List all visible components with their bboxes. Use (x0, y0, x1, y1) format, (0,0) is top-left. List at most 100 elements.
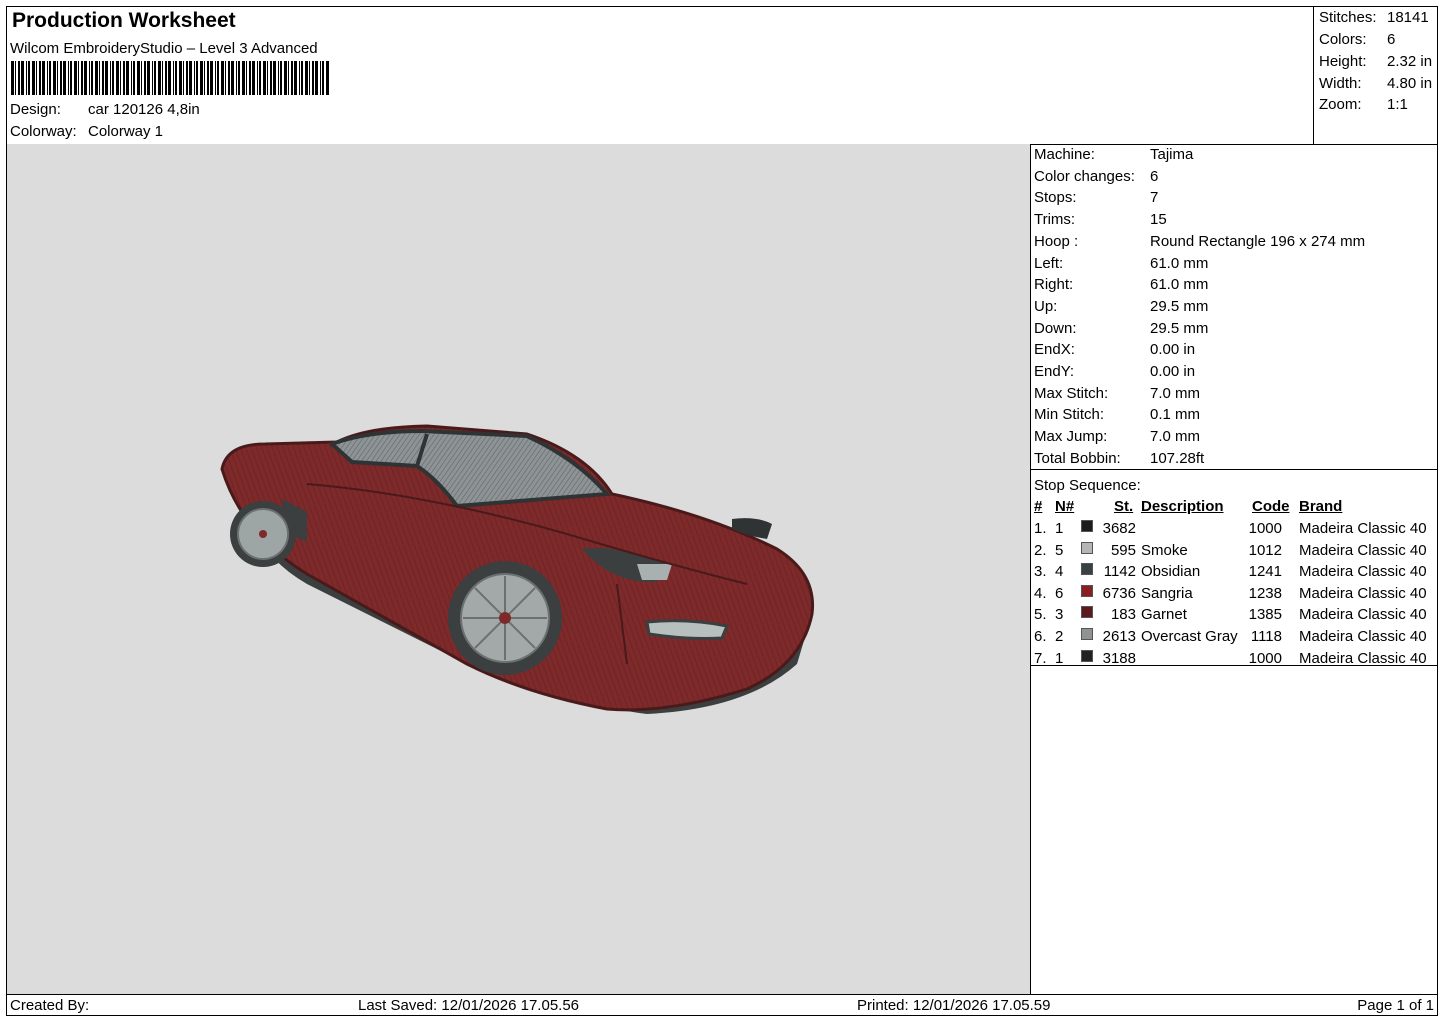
thread-code: 1118 (1250, 628, 1282, 645)
color-swatch (1081, 606, 1093, 619)
thread-brand: Madeira Classic 40 (1299, 628, 1427, 645)
barcode-bar (99, 61, 100, 95)
barcode-bar (183, 61, 184, 95)
needle-num: 3 (1055, 606, 1064, 624)
barcode-bar (312, 61, 314, 95)
stop-num: 5. (1034, 606, 1047, 624)
barcode-bar (305, 61, 308, 95)
machine-info-row: EndY: 0.00 in (1034, 363, 1195, 380)
barcode-bar (280, 61, 282, 95)
machine-info-row: Max Stitch: 7.0 mm (1034, 385, 1200, 402)
barcode-bar (74, 61, 77, 95)
info-value: 29.5 mm (1150, 297, 1209, 315)
barcode-bar (36, 61, 37, 95)
barcode-bar (200, 61, 203, 95)
software-name: Wilcom EmbroideryStudio – Level 3 Advanc… (10, 40, 318, 57)
machine-info-row: Stops: 7 (1034, 189, 1158, 206)
barcode-bar (91, 61, 93, 95)
stat-value: 2.32 in (1387, 53, 1433, 70)
barcode-bar (320, 61, 321, 95)
barcode-bar (273, 61, 276, 95)
barcode-bar (110, 61, 111, 95)
page-title: Production Worksheet (12, 9, 236, 32)
stitch-count: 2613 (1102, 628, 1136, 645)
machine-info-row: Total Bobbin: 107.28ft (1034, 450, 1204, 467)
info-value: 0.1 mm (1150, 406, 1201, 424)
stitch-count: 6736 (1102, 584, 1136, 602)
barcode-bar (102, 61, 104, 95)
stat-width: Width: 4.80 in (1319, 75, 1432, 92)
design-value: car 120126 4,8in (88, 101, 200, 118)
barcode-bar (112, 61, 114, 95)
barcode-bar (246, 61, 247, 95)
machine-info-row: Left: 61.0 mm (1034, 255, 1208, 272)
col-header-num: # (1034, 498, 1043, 515)
barcode-bar (47, 61, 48, 95)
info-label: Trims: (1034, 211, 1076, 229)
barcode-bar (210, 61, 213, 95)
barcode-bar (228, 61, 230, 95)
barcode-bar (267, 61, 268, 95)
barcode-bar (186, 61, 188, 95)
barcode-bar (189, 61, 192, 95)
barcode-bar (21, 61, 24, 95)
stat-value: 4.80 in (1387, 75, 1433, 92)
design-row: Design: car 120126 4,8in (10, 101, 200, 118)
barcode-bar (322, 61, 324, 95)
barcode-bar (131, 61, 132, 95)
barcode-bar (288, 61, 289, 95)
barcode-bar (84, 61, 87, 95)
printed-date: Printed: 12/01/2026 17.05.59 (857, 997, 1051, 1014)
stitch-count: 1142 (1103, 563, 1136, 581)
info-value: Round Rectangle 196 x 274 mm (1150, 232, 1366, 250)
color-swatch (1081, 628, 1093, 640)
barcode-bar (18, 61, 20, 95)
info-label: Left: (1034, 254, 1064, 272)
col-header-description: Description (1141, 498, 1224, 515)
stop-row: 1. 1 3682 1000 Madeira Classic 40 (1031, 520, 1437, 541)
machine-info-row: Right: 61.0 mm (1034, 276, 1208, 293)
stat-label: Stitches: (1319, 9, 1377, 26)
color-swatch (1081, 584, 1093, 597)
thread-brand: Madeira Classic 40 (1299, 606, 1427, 624)
info-label: Machine: (1034, 146, 1095, 163)
barcode-bar (162, 61, 163, 95)
info-label: EndX: (1034, 341, 1075, 359)
barcode-bar (89, 61, 90, 95)
barcode-bar (284, 61, 287, 95)
barcode-bar (11, 61, 14, 95)
machine-info-row: Down: 29.5 mm (1034, 320, 1208, 337)
barcode-bar (207, 61, 209, 95)
barcode-bar (158, 61, 161, 95)
stat-label: Colors: (1319, 31, 1367, 48)
barcode (11, 61, 329, 95)
barcode-bar (236, 61, 237, 95)
colorway-value: Colorway 1 (88, 123, 164, 140)
info-value: 107.28ft (1150, 449, 1205, 467)
needle-num: 2 (1055, 628, 1064, 645)
barcode-bar (215, 61, 216, 95)
barcode-bar (301, 61, 303, 95)
needle-num: 5 (1055, 541, 1064, 559)
info-label: EndY: (1034, 363, 1075, 380)
stat-label: Width: (1319, 75, 1362, 92)
production-worksheet: Production Worksheet Wilcom EmbroiderySt… (6, 6, 1438, 1016)
barcode-bar (39, 61, 41, 95)
stat-value: 6 (1387, 31, 1396, 48)
info-label: Min Stitch: (1034, 406, 1105, 424)
barcode-bar (154, 61, 156, 95)
barcode-bar (217, 61, 219, 95)
barcode-bar (263, 61, 266, 95)
col-header-n: N# (1055, 498, 1075, 515)
color-swatch (1081, 541, 1093, 554)
thread-brand: Madeira Classic 40 (1299, 584, 1427, 602)
stat-value: 1:1 (1387, 96, 1408, 113)
stop-num: 2. (1034, 541, 1047, 559)
barcode-bar (57, 61, 58, 95)
stitch-count: 3682 (1102, 520, 1136, 537)
barcode-bar (144, 61, 146, 95)
barcode-bar (60, 61, 62, 95)
stop-row: 7. 1 3188 1000 Madeira Classic 40 (1031, 649, 1437, 671)
thread-description: Smoke (1141, 541, 1188, 559)
needle-num: 6 (1055, 584, 1064, 602)
